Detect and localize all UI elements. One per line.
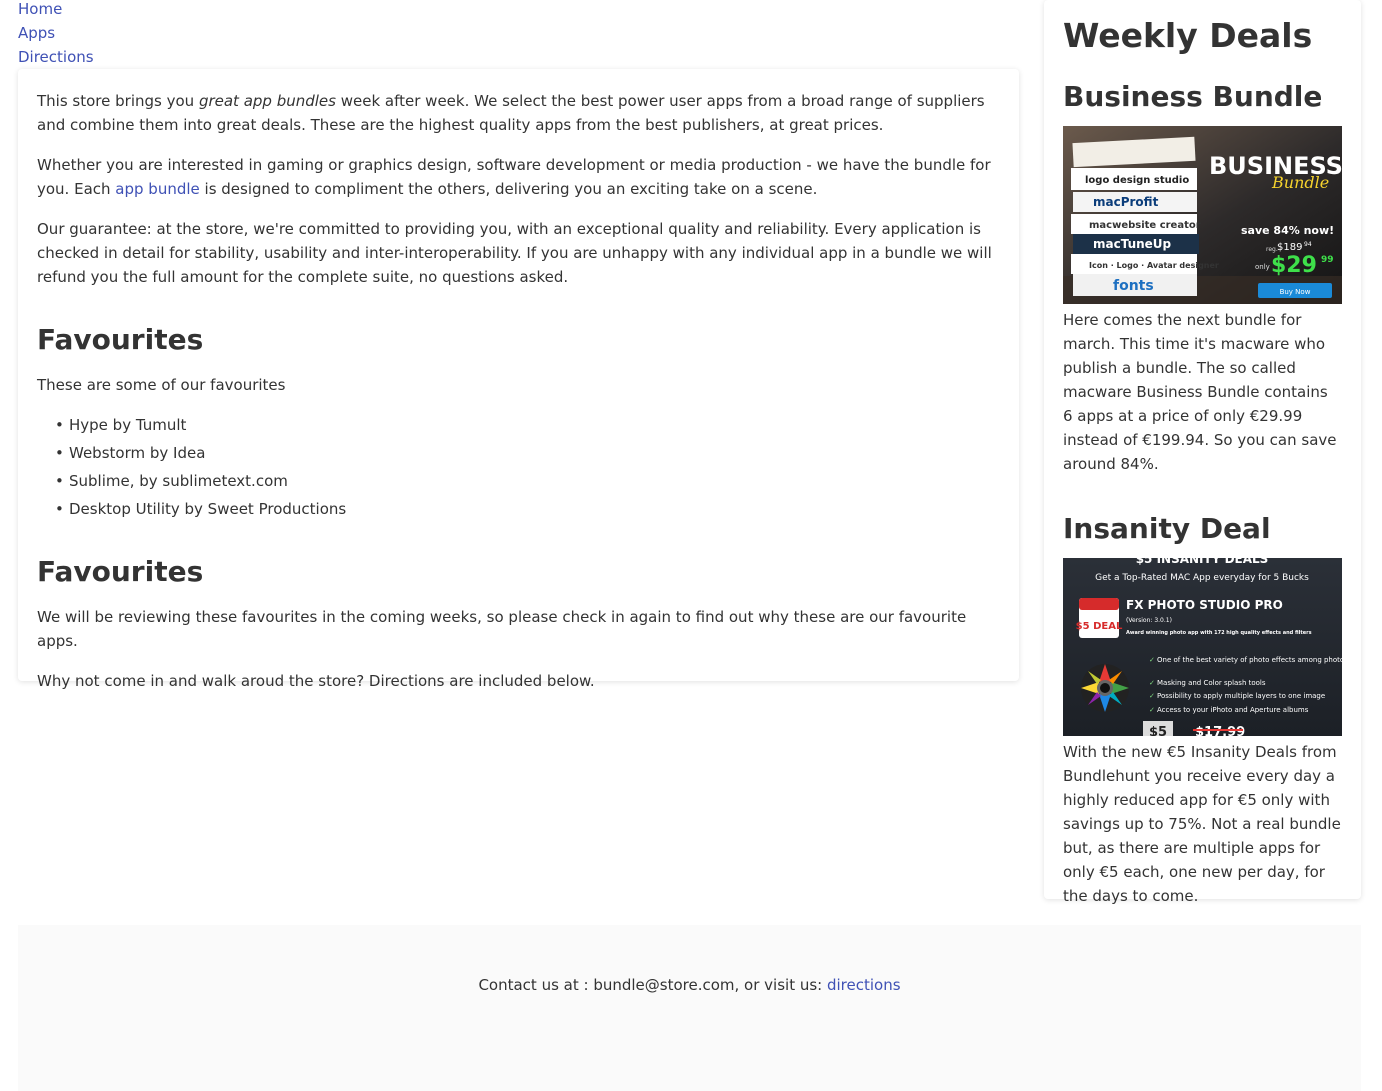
svg-text:✓: ✓ xyxy=(1149,692,1155,700)
insanity-product: FX PHOTO STUDIO PRO xyxy=(1126,598,1283,612)
insanity-calendar: $5 DEAL xyxy=(1076,621,1123,632)
nav-directions-link[interactable]: Directions xyxy=(18,45,94,69)
svg-text:✓: ✓ xyxy=(1149,679,1155,687)
insanity-bullet: Possibility to apply multiple layers to … xyxy=(1157,692,1325,700)
promo-only-label: only xyxy=(1255,263,1270,271)
app-bundle-link[interactable]: app bundle xyxy=(115,180,199,198)
favourites-list: Hype by Tumult Webstorm by Idea Sublime,… xyxy=(37,413,1000,521)
list-item: Desktop Utility by Sweet Productions xyxy=(55,497,1000,521)
insanity-deal-heading: Insanity Deal xyxy=(1063,512,1271,545)
list-item: Webstorm by Idea xyxy=(55,441,1000,465)
bundle-paragraph: Whether you are interested in gaming or … xyxy=(37,153,1000,201)
svg-text:✓: ✓ xyxy=(1149,706,1155,714)
box-label: macTuneUp xyxy=(1093,237,1172,251)
box-label: Icon · Logo · Avatar designer xyxy=(1089,261,1219,270)
insanity-bullet: Access to your iPhoto and Aperture album… xyxy=(1157,706,1309,714)
walk-paragraph: Why not come in and walk aroud the store… xyxy=(37,672,595,690)
insanity-price-new: $5 xyxy=(1149,725,1167,736)
top-nav: Home Apps Directions xyxy=(18,0,94,69)
insanity-bullet: One of the best variety of photo effects… xyxy=(1157,656,1342,664)
insanity-bullet: Masking and Color splash tools xyxy=(1157,679,1266,687)
favourites-intro: These are some of our favourites xyxy=(37,376,286,394)
promo-price-cents: 99 xyxy=(1321,255,1334,265)
insanity-deal-text: With the new €5 Insanity Deals from Bund… xyxy=(1063,743,1341,905)
weekly-deals-sidebar: Weekly Deals Business Bundle logo design… xyxy=(1044,0,1361,905)
main-content-card: This store brings you great app bundles … xyxy=(18,69,1019,690)
box-label: macProfit xyxy=(1093,195,1159,209)
business-bundle-text: Here comes the next bundle for march. Th… xyxy=(1063,311,1337,473)
promo-reg-cents: 94 xyxy=(1304,241,1312,248)
footer-directions-link[interactable]: directions xyxy=(827,976,901,994)
insanity-top-text: $5 INSANITY DEALS xyxy=(1136,558,1269,566)
intro-text-start: This store brings you xyxy=(37,92,199,110)
insanity-deal-image[interactable]: $5 INSANITY DEALS Get a Top-Rated MAC Ap… xyxy=(1063,558,1342,736)
bundle-text-end: is designed to compliment the others, de… xyxy=(199,180,818,198)
insanity-version: (Version: 3.0.1) xyxy=(1126,617,1172,624)
promo-buy-button: Buy Now xyxy=(1280,288,1311,296)
promo-price: $29 xyxy=(1271,253,1317,278)
list-item: Hype by Tumult xyxy=(55,413,1000,437)
favourites-heading-2: Favourites xyxy=(37,555,204,588)
box-label: fonts xyxy=(1113,278,1154,294)
guarantee-paragraph: Our guarantee: at the store, we're commi… xyxy=(37,220,992,286)
promo-reg-price: $189 xyxy=(1277,242,1302,253)
business-bundle-image[interactable]: logo design studio macProfit macwebsite … xyxy=(1063,126,1342,304)
intro-emphasis: great app bundles xyxy=(198,92,336,110)
footer: Contact us at : bundle@store.com, or vis… xyxy=(18,925,1361,1091)
business-bundle-heading: Business Bundle xyxy=(1063,80,1323,113)
svg-text:✓: ✓ xyxy=(1149,656,1155,664)
nav-apps-link[interactable]: Apps xyxy=(18,21,94,45)
footer-contact: Contact us at : bundle@store.com, or vis… xyxy=(18,973,1361,997)
nav-home-link[interactable]: Home xyxy=(18,0,94,21)
insanity-tagline: Get a Top-Rated MAC App everyday for 5 B… xyxy=(1095,573,1309,583)
insanity-desc: Award winning photo app with 172 high qu… xyxy=(1126,630,1312,636)
promo-save-text: save 84% now! xyxy=(1241,224,1334,237)
review-paragraph: We will be reviewing these favourites in… xyxy=(37,608,967,650)
promo-subtitle: Bundle xyxy=(1271,173,1329,192)
weekly-deals-title: Weekly Deals xyxy=(1063,16,1313,55)
favourites-heading: Favourites xyxy=(37,323,204,356)
list-item: Sublime, by sublimetext.com xyxy=(55,469,1000,493)
footer-contact-text: Contact us at : bundle@store.com, or vis… xyxy=(478,976,827,994)
box-label: macwebsite creator xyxy=(1089,220,1201,231)
intro-paragraph: This store brings you great app bundles … xyxy=(37,89,1000,137)
box-label: logo design studio xyxy=(1085,175,1189,186)
